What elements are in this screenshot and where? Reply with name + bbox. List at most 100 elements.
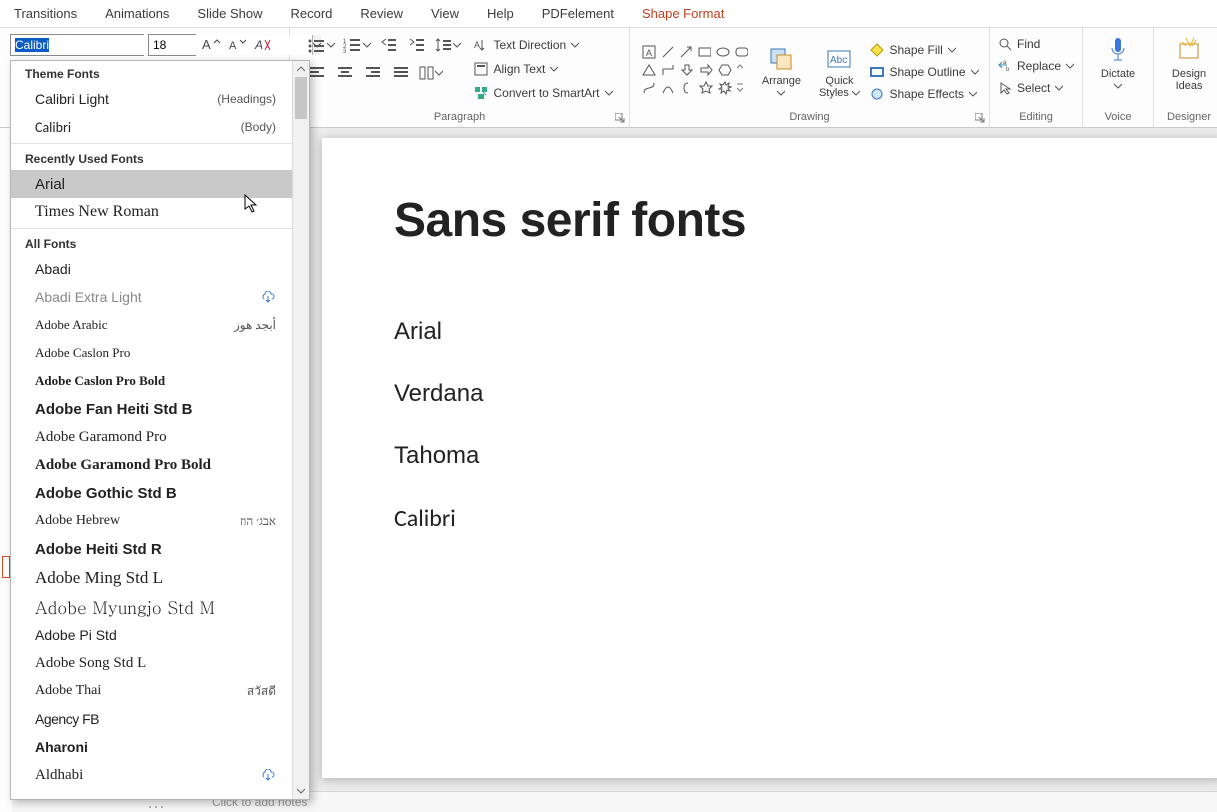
- group-label-editing: Editing: [998, 109, 1074, 125]
- ribbon-group-voice: Dictate Voice: [1083, 28, 1154, 127]
- columns-icon: [419, 66, 435, 80]
- font-option[interactable]: Calibri Light (Headings): [11, 85, 292, 113]
- font-option[interactable]: Adobe Caslon Pro: [11, 339, 292, 367]
- font-size-combobox[interactable]: [148, 34, 196, 56]
- ribbon-group-paragraph: 1 2 3: [290, 28, 630, 127]
- font-option[interactable]: Adobe Hebrewאבג׳ הוז: [11, 507, 292, 535]
- scroll-down-button[interactable]: [293, 783, 309, 799]
- font-option[interactable]: Arial: [11, 170, 292, 198]
- font-option[interactable]: Adobe Fan Heiti Std B: [11, 395, 292, 423]
- shapes-gallery[interactable]: A: [640, 43, 750, 101]
- cloud-download-icon[interactable]: [260, 291, 276, 303]
- align-text-button[interactable]: Align Text: [474, 58, 612, 80]
- align-right-button[interactable]: [362, 62, 384, 84]
- tab-view[interactable]: View: [431, 2, 459, 25]
- columns-button[interactable]: [418, 62, 444, 84]
- font-option[interactable]: Adobe Garamond Pro: [11, 423, 292, 451]
- increase-font-size-button[interactable]: A: [200, 34, 222, 56]
- increase-indent-button[interactable]: [406, 34, 428, 56]
- quick-styles-icon: Abc: [825, 45, 853, 73]
- align-center-button[interactable]: [334, 62, 356, 84]
- decrease-font-size-button[interactable]: A: [226, 34, 248, 56]
- font-option-name: Adobe Gothic Std B: [35, 485, 177, 502]
- text-direction-label: Text Direction: [493, 38, 566, 52]
- replace-label: Replace: [1017, 59, 1061, 73]
- text-direction-button[interactable]: A Text Direction: [474, 34, 612, 56]
- font-option[interactable]: Agency FB: [11, 705, 292, 733]
- font-option[interactable]: Adobe Myungjo Std M: [11, 592, 292, 621]
- quick-styles-label: Quick Styles: [819, 75, 854, 99]
- tab-pdfelement[interactable]: PDFelement: [542, 2, 614, 25]
- design-ideas-button[interactable]: Design Ideas: [1162, 34, 1216, 94]
- font-option[interactable]: Adobe Garamond Pro Bold: [11, 451, 292, 479]
- numbering-button[interactable]: 1 2 3: [342, 34, 372, 56]
- svg-text:A: A: [254, 38, 263, 52]
- bullets-icon: [307, 37, 327, 53]
- tab-help[interactable]: Help: [487, 2, 514, 25]
- font-option[interactable]: Adobe Heiti Std R: [11, 535, 292, 563]
- font-option-name: Calibri Light: [35, 91, 109, 107]
- bullets-button[interactable]: [306, 34, 336, 56]
- shape-fill-button[interactable]: Shape Fill: [870, 40, 978, 60]
- scroll-up-button[interactable]: [293, 61, 309, 77]
- svg-text:A: A: [474, 40, 480, 50]
- slide-body-list[interactable]: Arial Verdana Tahoma Calibri: [394, 318, 483, 533]
- cloud-download-icon[interactable]: [260, 769, 276, 781]
- pane-resize-grip[interactable]: [144, 802, 168, 812]
- arrange-button[interactable]: Arrange: [754, 43, 808, 101]
- tab-review[interactable]: Review: [360, 2, 403, 25]
- select-button[interactable]: Select: [998, 78, 1074, 98]
- font-option[interactable]: Adobe Caslon Pro Bold: [11, 367, 292, 395]
- font-option[interactable]: Aldhabi: [11, 761, 292, 789]
- tab-shape-format[interactable]: Shape Format: [642, 2, 724, 25]
- list-item[interactable]: Calibri: [394, 504, 483, 533]
- dictate-button[interactable]: Dictate: [1091, 34, 1145, 94]
- line-spacing-button[interactable]: [434, 34, 462, 56]
- increase-indent-icon: [409, 37, 425, 53]
- tab-animations[interactable]: Animations: [105, 2, 169, 25]
- thumbnail-selected[interactable]: [2, 556, 10, 578]
- shape-oval-icon: [716, 45, 730, 59]
- tab-transitions[interactable]: Transitions: [14, 2, 77, 25]
- justify-button[interactable]: [390, 62, 412, 84]
- font-option[interactable]: Times New Roman: [11, 198, 292, 226]
- slide-canvas[interactable]: Sans serif fonts Arial Verdana Tahoma Ca…: [322, 138, 1217, 778]
- drawing-dialog-launcher[interactable]: [975, 113, 985, 123]
- font-option-name: Times New Roman: [35, 203, 159, 221]
- shape-outline-button[interactable]: Shape Outline: [870, 62, 978, 82]
- decrease-indent-button[interactable]: [378, 34, 400, 56]
- font-option[interactable]: Abadi Extra Light: [11, 283, 292, 311]
- font-option[interactable]: Adobe Song Std L: [11, 649, 292, 677]
- font-option[interactable]: Calibri (Body): [11, 113, 292, 141]
- paragraph-dialog-launcher[interactable]: [615, 113, 625, 123]
- list-item[interactable]: Arial: [394, 318, 483, 346]
- font-name-combobox[interactable]: [10, 34, 144, 56]
- list-item[interactable]: Tahoma: [394, 442, 483, 470]
- section-all-fonts: All Fonts: [11, 231, 292, 255]
- replace-button[interactable]: ab Replace: [998, 56, 1074, 76]
- font-option[interactable]: Adobe Ming Std L: [11, 563, 292, 592]
- tab-slideshow[interactable]: Slide Show: [197, 2, 262, 25]
- clear-formatting-button[interactable]: A: [252, 34, 274, 56]
- list-item[interactable]: Verdana: [394, 380, 483, 408]
- quick-styles-button[interactable]: Abc Quick Styles: [812, 43, 866, 101]
- font-option-name: Adobe Song Std L: [35, 655, 146, 672]
- font-option[interactable]: Adobe Arabicأبجد هوز: [11, 311, 292, 339]
- dialog-launcher-icon: [975, 113, 985, 123]
- font-option[interactable]: Aharoni: [11, 733, 292, 761]
- shape-effects-button[interactable]: Shape Effects: [870, 84, 978, 104]
- font-option[interactable]: Adobe Thaiสวัสดี: [11, 677, 292, 705]
- tab-record[interactable]: Record: [290, 2, 332, 25]
- section-recent-fonts: Recently Used Fonts: [11, 146, 292, 170]
- shape-fill-icon: [870, 43, 884, 57]
- scrollbar-thumb[interactable]: [295, 77, 307, 119]
- replace-icon: ab: [998, 59, 1012, 73]
- font-option[interactable]: Abadi: [11, 255, 292, 283]
- convert-smartart-button[interactable]: Convert to SmartArt: [474, 82, 612, 104]
- slide-title[interactable]: Sans serif fonts: [394, 193, 746, 248]
- font-option[interactable]: Adobe Pi Std: [11, 621, 292, 649]
- font-option[interactable]: Adobe Gothic Std B: [11, 479, 292, 507]
- align-left-icon: [309, 66, 325, 80]
- find-button[interactable]: Find: [998, 34, 1074, 54]
- dropdown-scrollbar[interactable]: [292, 61, 309, 799]
